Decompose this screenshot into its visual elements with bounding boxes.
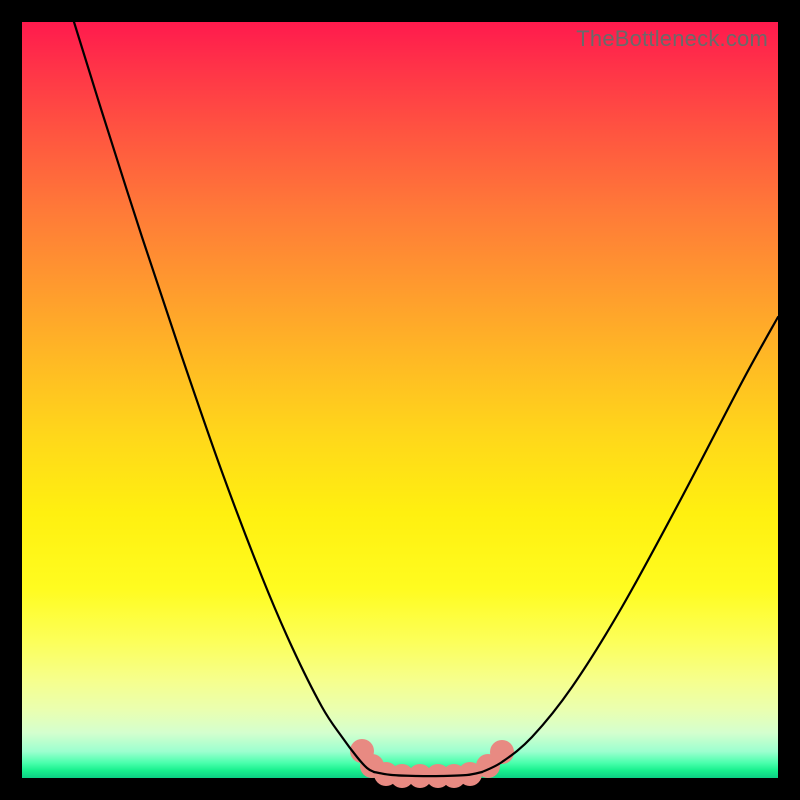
left-curve-line xyxy=(74,22,374,772)
chart-plot-area: TheBottleneck.com xyxy=(22,22,778,778)
right-curve-line xyxy=(482,317,778,772)
chart-svg xyxy=(22,22,778,778)
highlight-marker xyxy=(490,740,514,764)
marker-layer xyxy=(350,739,514,788)
